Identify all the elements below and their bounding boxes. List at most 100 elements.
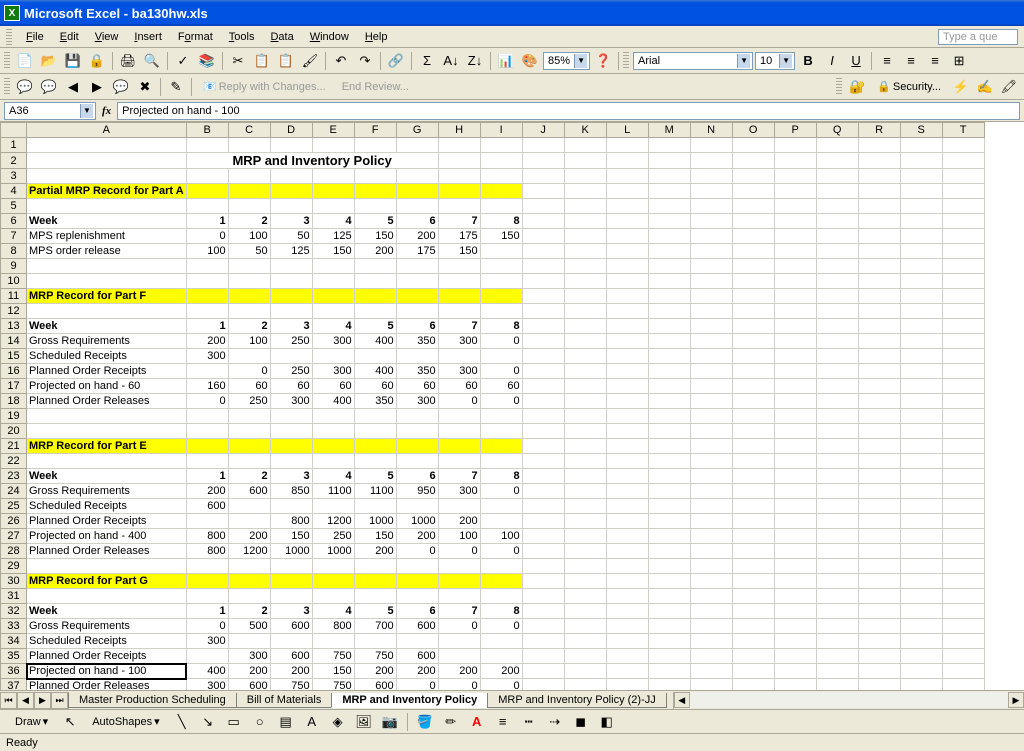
cell-H32[interactable]: 7 [438,604,480,619]
cell-P8[interactable] [774,244,816,259]
cell[interactable] [522,289,564,304]
cell-R10[interactable] [858,274,900,289]
cell-M27[interactable] [648,529,690,544]
cell-N28[interactable] [690,544,732,559]
cell-K32[interactable] [564,604,606,619]
cell-C35[interactable]: 300 [228,649,270,664]
select-all-corner[interactable] [1,123,27,138]
cell-F1[interactable] [354,138,396,153]
cell-D36[interactable]: 200 [270,664,312,679]
cell-Q35[interactable] [816,649,858,664]
cell-L32[interactable] [606,604,648,619]
cell-P12[interactable] [774,304,816,319]
cell[interactable] [648,289,690,304]
cell-P33[interactable] [774,619,816,634]
cell[interactable] [732,439,774,454]
cell-J22[interactable] [522,454,564,469]
cell-B29[interactable] [186,559,228,574]
cell-B3[interactable] [186,169,228,184]
cell-J15[interactable] [522,349,564,364]
cell[interactable] [522,153,564,169]
row-header-24[interactable]: 24 [1,484,27,499]
cell-Q1[interactable] [816,138,858,153]
row-header-33[interactable]: 33 [1,619,27,634]
cell-H8[interactable]: 150 [438,244,480,259]
cell[interactable] [228,574,270,589]
cell-F19[interactable] [354,409,396,424]
align-right-icon[interactable]: ≡ [924,50,946,72]
cell-K17[interactable] [564,379,606,394]
cell[interactable] [732,184,774,199]
diagram-icon[interactable]: ◈ [327,711,349,733]
menu-edit[interactable]: Edit [52,29,87,45]
cell-D19[interactable] [270,409,312,424]
cell-N19[interactable] [690,409,732,424]
cell-P9[interactable] [774,259,816,274]
cell[interactable] [438,184,480,199]
align-center-icon[interactable]: ≡ [900,50,922,72]
cell-C37[interactable]: 600 [228,679,270,691]
cell-O24[interactable] [732,484,774,499]
cell[interactable] [774,574,816,589]
cell-C17[interactable]: 60 [228,379,270,394]
cell[interactable] [648,153,690,169]
cell[interactable] [522,439,564,454]
cell[interactable] [816,289,858,304]
cell-K34[interactable] [564,634,606,649]
cell-H7[interactable]: 175 [438,229,480,244]
font-color-icon[interactable]: A [466,711,488,733]
cell-E20[interactable] [312,424,354,439]
cell-R3[interactable] [858,169,900,184]
cell-T10[interactable] [942,274,984,289]
row-header-23[interactable]: 23 [1,469,27,484]
cell[interactable] [396,289,438,304]
cell-O35[interactable] [732,649,774,664]
cell-J1[interactable] [522,138,564,153]
cell-S13[interactable] [900,319,942,334]
cell[interactable] [270,439,312,454]
cell-S20[interactable] [900,424,942,439]
cell[interactable] [648,574,690,589]
cell[interactable] [564,439,606,454]
security-button[interactable]: 🔒 Security... [870,77,948,96]
cell-C36[interactable]: 200 [228,664,270,679]
cell-J31[interactable] [522,589,564,604]
cell-G3[interactable] [396,169,438,184]
cell-C24[interactable]: 600 [228,484,270,499]
cell-F31[interactable] [354,589,396,604]
cell-A17[interactable]: Projected on hand - 60 [27,379,187,394]
cell-L5[interactable] [606,199,648,214]
cell-A10[interactable] [27,274,187,289]
cell-B15[interactable]: 300 [186,349,228,364]
section-header[interactable]: Partial MRP Record for Part A [27,184,187,199]
cell-T5[interactable] [942,199,984,214]
cell-L27[interactable] [606,529,648,544]
print-icon[interactable]: 🖨 [117,50,139,72]
cell-N12[interactable] [690,304,732,319]
cell-K27[interactable] [564,529,606,544]
cell-G16[interactable]: 350 [396,364,438,379]
scroll-right-icon[interactable]: ▶ [1008,692,1024,708]
col-header-B[interactable]: B [186,123,228,138]
cell-M1[interactable] [648,138,690,153]
col-header-G[interactable]: G [396,123,438,138]
cell-E33[interactable]: 800 [312,619,354,634]
cell-T24[interactable] [942,484,984,499]
cell-D27[interactable]: 150 [270,529,312,544]
cell-H22[interactable] [438,454,480,469]
cell-R33[interactable] [858,619,900,634]
cell-Q33[interactable] [816,619,858,634]
row-header-36[interactable]: 36 [1,664,27,679]
cell-Q20[interactable] [816,424,858,439]
cell-G10[interactable] [396,274,438,289]
cell[interactable] [732,153,774,169]
cell-D13[interactable]: 3 [270,319,312,334]
cell-E10[interactable] [312,274,354,289]
cell-N25[interactable] [690,499,732,514]
cell-E18[interactable]: 400 [312,394,354,409]
cell-H25[interactable] [438,499,480,514]
cell-Q3[interactable] [816,169,858,184]
oval-icon[interactable]: ○ [249,711,271,733]
cell-A3[interactable] [27,169,187,184]
cell-J12[interactable] [522,304,564,319]
